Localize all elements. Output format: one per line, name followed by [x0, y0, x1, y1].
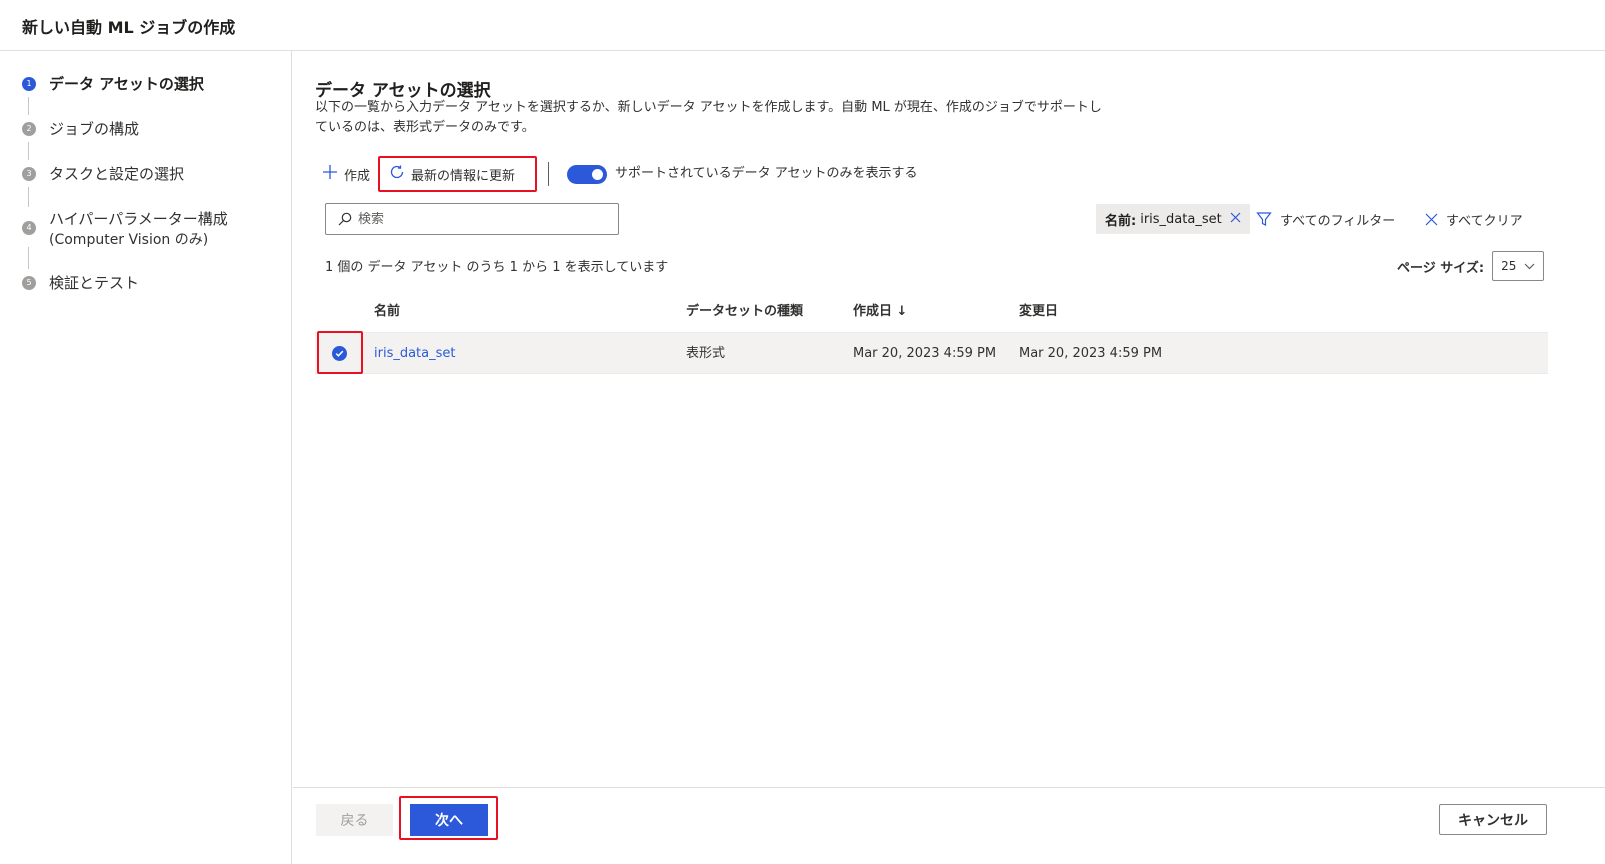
- step-validation-test[interactable]: 5 検証とテスト: [22, 272, 139, 294]
- filter-chip-key: 名前:: [1105, 213, 1137, 229]
- step-hyperparameter-config[interactable]: 4 ハイパーパラメーター構成 (Computer Vision のみ): [22, 208, 228, 250]
- back-button[interactable]: 戻る: [316, 804, 393, 836]
- step-connector: [28, 97, 29, 115]
- step-number-badge: 1: [22, 77, 36, 91]
- step-select-task-settings[interactable]: 3 タスクと設定の選択: [22, 163, 184, 185]
- data-asset-modified: Mar 20, 2023 4:59 PM: [1019, 346, 1163, 361]
- next-button[interactable]: 次へ: [410, 804, 488, 836]
- plus-icon: [322, 164, 338, 185]
- step-select-data-asset[interactable]: 1 データ アセットの選択: [22, 73, 204, 95]
- close-icon: [1425, 213, 1438, 226]
- step-label: ハイパーパラメーター構成 (Computer Vision のみ): [49, 208, 228, 250]
- step-number-badge: 5: [22, 276, 36, 290]
- step-number-badge: 3: [22, 167, 36, 181]
- name-filter-chip: 名前: iris_data_set: [1096, 204, 1250, 234]
- step-number-badge: 4: [22, 221, 36, 235]
- main-content: データ アセットの選択 以下の一覧から入力データ アセットを選択するか、新しいデ…: [293, 51, 1605, 787]
- supported-only-toggle[interactable]: [567, 165, 607, 184]
- chevron-down-icon: [1524, 263, 1535, 270]
- result-count: 1 個の データ アセット のうち 1 から 1 を表示しています: [325, 260, 669, 275]
- column-header-created[interactable]: 作成日 ↓: [853, 291, 907, 333]
- step-configure-job[interactable]: 2 ジョブの構成: [22, 118, 139, 140]
- data-asset-name-link[interactable]: iris_data_set: [374, 333, 456, 374]
- step-connector: [28, 142, 29, 160]
- data-asset-created: Mar 20, 2023 4:59 PM: [853, 346, 997, 361]
- step-label: タスクと設定の選択: [49, 165, 185, 183]
- step-label: ジョブの構成: [49, 120, 140, 138]
- column-header-name[interactable]: 名前: [374, 291, 400, 333]
- clear-all-button[interactable]: すべてクリア: [1425, 204, 1523, 234]
- step-label-sub: (Computer Vision のみ): [49, 232, 209, 248]
- section-description: 以下の一覧から入力データ アセットを選択するか、新しいデータ アセットを作成しま…: [315, 100, 1102, 135]
- search-box[interactable]: [325, 203, 619, 235]
- page-size-control: ページ サイズ: 25: [1397, 251, 1545, 281]
- toggle-knob: [592, 169, 603, 180]
- footer-bar: 戻る 次へ キャンセル: [293, 787, 1605, 864]
- search-icon: [338, 212, 352, 226]
- step-connector: [28, 187, 29, 207]
- table-row[interactable]: iris_data_set 表形式 Mar 20, 2023 4:59 PM M…: [315, 331, 1548, 374]
- refresh-button[interactable]: 最新の情報に更新: [389, 159, 515, 189]
- create-button-label: 作成: [344, 168, 371, 184]
- filter-icon: [1256, 211, 1272, 227]
- page-title: 新しい自動 ML ジョブの作成: [22, 18, 236, 37]
- filter-chip-value: iris_data_set: [1140, 211, 1222, 227]
- data-asset-type: 表形式: [686, 346, 726, 361]
- all-filters-button[interactable]: すべてのフィルター: [1256, 204, 1395, 234]
- create-button[interactable]: 作成: [322, 159, 370, 189]
- page-size-dropdown[interactable]: 25: [1492, 251, 1545, 281]
- all-filters-label: すべてのフィルター: [1280, 213, 1396, 229]
- toolbar-divider: [548, 162, 549, 186]
- toolbar: 作成 最新の情報に更新 サポートされているデータ アセットのみを表示する: [315, 156, 1015, 192]
- step-label: 検証とテスト: [49, 274, 140, 292]
- refresh-button-label: 最新の情報に更新: [411, 168, 516, 184]
- table-header: 名前 データセットの種類 作成日 ↓ 変更日: [315, 291, 1548, 333]
- step-label-main: ハイパーパラメーター構成: [49, 210, 228, 228]
- cancel-button[interactable]: キャンセル: [1439, 804, 1547, 835]
- step-number-badge: 2: [22, 122, 36, 136]
- remove-filter-icon[interactable]: [1230, 211, 1241, 227]
- page-size-value: 25: [1501, 259, 1517, 273]
- page-size-label: ページ サイズ:: [1397, 260, 1485, 276]
- column-header-type[interactable]: データセットの種類: [686, 291, 803, 333]
- data-asset-table: 名前 データセットの種類 作成日 ↓ 変更日 iris_data_set 表形式…: [315, 291, 1548, 374]
- clear-all-label: すべてクリア: [1446, 213, 1523, 229]
- step-label: データ アセットの選択: [49, 75, 204, 93]
- refresh-icon: [389, 164, 405, 185]
- top-bar: 新しい自動 ML ジョブの作成: [0, 0, 1605, 51]
- row-select-checkmark-icon[interactable]: [332, 346, 347, 361]
- step-connector: [28, 247, 29, 269]
- column-header-modified[interactable]: 変更日: [1019, 291, 1058, 333]
- supported-only-toggle-label: サポートされているデータ アセットのみを表示する: [615, 166, 918, 181]
- search-input[interactable]: [358, 211, 598, 227]
- wizard-steps: 1 データ アセットの選択 2 ジョブの構成 3 タスクと設定の選択 4 ハイパ…: [0, 51, 292, 864]
